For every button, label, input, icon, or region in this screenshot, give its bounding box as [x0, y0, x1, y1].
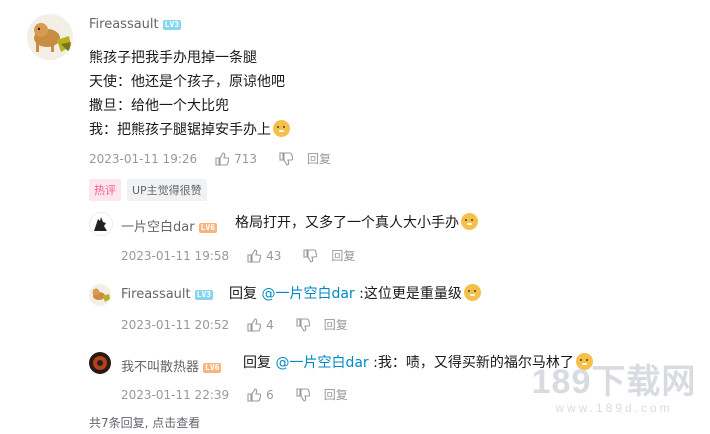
thumbs-down-icon: [296, 317, 310, 332]
comment-meta: 2023-01-11 19:26 713 回复: [89, 150, 331, 167]
hot-comment-tag: 热评: [89, 179, 121, 201]
mention-link[interactable]: @一片空白dar: [261, 286, 354, 302]
reply-meta: 2023-01-11 19:58 43 回复: [121, 247, 355, 264]
doge-emoji-icon: [461, 213, 478, 230]
level-badge: LV6: [198, 222, 218, 233]
reply-meta: 2023-01-11 20:52 4 回复: [121, 316, 348, 333]
reply-author[interactable]: 我不叫散热器 LV6: [121, 356, 222, 375]
comment-line-with-emoji: 我：把熊孩子腿锯掉安手办上: [89, 119, 290, 141]
username[interactable]: Fireassault: [121, 287, 191, 302]
level-badge: LV6: [203, 362, 222, 373]
comment-line: 撒旦：给他一个大比兜: [89, 98, 229, 114]
like-button[interactable]: 43: [247, 249, 281, 263]
dislike-button[interactable]: [303, 248, 318, 263]
comment-line: 我：把熊孩子腿锯掉安手办上: [89, 122, 271, 138]
like-count: 4: [266, 317, 274, 332]
dislike-button[interactable]: [296, 387, 310, 402]
reply-author[interactable]: 一片空白dar LV6: [121, 216, 218, 235]
dislike-button[interactable]: [279, 151, 294, 166]
reply-button[interactable]: 回复: [331, 247, 355, 264]
timestamp: 2023-01-11 19:26: [89, 151, 198, 166]
thumbs-up-icon: [247, 387, 262, 402]
avatar[interactable]: [89, 352, 111, 374]
level-badge: LV3: [162, 19, 182, 30]
reply-button[interactable]: 回复: [324, 316, 348, 333]
reply-button[interactable]: 回复: [324, 386, 348, 403]
like-count: 6: [266, 387, 274, 402]
like-button[interactable]: 6: [247, 388, 274, 402]
thumbs-up-icon: [247, 317, 262, 332]
timestamp: 2023-01-11 20:52: [121, 317, 230, 332]
view-more-replies[interactable]: 共7条回复, 点击查看: [89, 414, 200, 431]
reply-text: :这位更是重量级: [354, 286, 462, 302]
username[interactable]: Fireassault: [89, 17, 159, 32]
avatar[interactable]: [89, 212, 113, 236]
comment-author[interactable]: Fireassault LV3: [89, 17, 182, 32]
reply-text-line: 回复 @一片空白dar :这位更是重量级: [229, 284, 481, 304]
watermark: 189下载网 www.189d.com: [528, 363, 700, 415]
up-liked-tag: UP主觉得很赞: [127, 179, 207, 201]
thumbs-up-icon: [215, 151, 230, 166]
doge-emoji-icon: [463, 284, 481, 301]
reply-prefix: 回复: [243, 355, 276, 371]
reply-text-line: 格局打开，又多了一个真人大小手办: [235, 213, 478, 233]
like-button[interactable]: 4: [247, 318, 274, 332]
comment-line: 天使：他还是个孩子，原谅他吧: [89, 74, 285, 90]
timestamp: 2023-01-11 22:39: [121, 387, 230, 402]
mention-link[interactable]: @一片空白dar: [275, 355, 368, 371]
avatar[interactable]: [27, 14, 73, 60]
doge-emoji-icon: [273, 120, 290, 137]
thumbs-down-icon: [279, 151, 294, 166]
timestamp: 2023-01-11 19:58: [121, 248, 230, 263]
level-badge: LV3: [194, 289, 214, 300]
reply-meta: 2023-01-11 22:39 6 回复: [121, 386, 348, 403]
comment-tags: 热评 UP主觉得很赞: [89, 179, 207, 201]
reply-prefix: 回复: [229, 286, 262, 302]
thumbs-down-icon: [296, 387, 310, 402]
username[interactable]: 一片空白dar: [121, 220, 195, 235]
thumbs-up-icon: [247, 248, 262, 263]
reply-text: 格局打开，又多了一个真人大小手办: [235, 215, 459, 231]
like-count: 713: [234, 151, 258, 166]
like-count: 43: [266, 248, 282, 263]
like-button[interactable]: 713: [215, 152, 257, 166]
avatar[interactable]: [89, 284, 111, 306]
thumbs-down-icon: [303, 248, 318, 263]
reply-button[interactable]: 回复: [307, 150, 331, 167]
reply-author[interactable]: Fireassault LV3: [121, 287, 214, 302]
username[interactable]: 我不叫散热器: [121, 360, 199, 375]
comment-line: 熊孩子把我手办甩掉一条腿: [89, 50, 257, 66]
watermark-sub: www.189d.com: [555, 401, 673, 415]
watermark-main: 189下载网: [531, 363, 697, 401]
dislike-button[interactable]: [296, 317, 310, 332]
